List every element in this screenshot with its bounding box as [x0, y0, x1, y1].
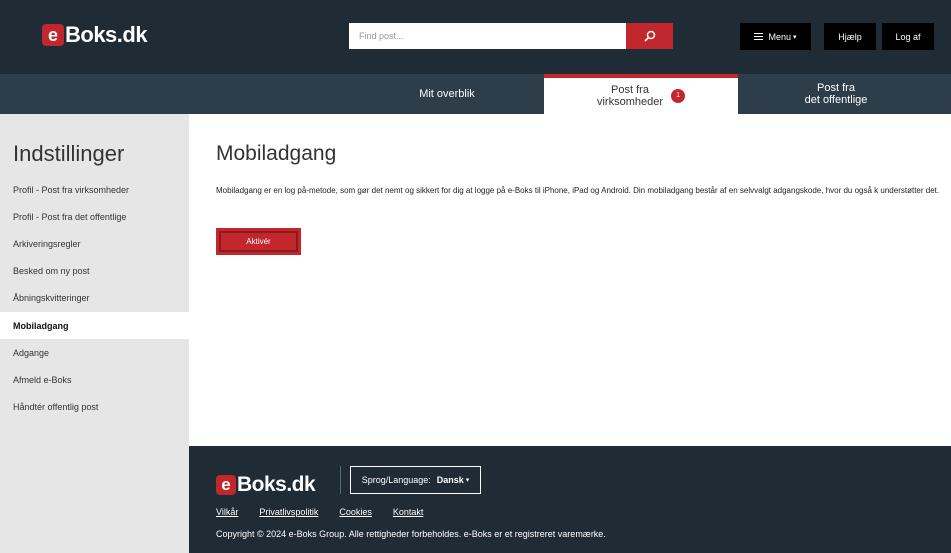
footer-divider — [340, 466, 341, 494]
activate-button[interactable]: Aktivér — [216, 228, 301, 255]
hamburger-icon — [754, 31, 764, 42]
help-button[interactable]: Hjælp — [824, 23, 876, 50]
logo-text: Boks.dk — [237, 473, 316, 496]
footer-link-vilkaar[interactable]: Vilkår — [216, 507, 238, 517]
footer-links: Vilkår Privatlivspolitik Cookies Kontakt — [216, 507, 444, 517]
unread-badge: 1 — [671, 89, 686, 103]
tab-label-line1: Post fra — [817, 82, 855, 94]
header: e Boks.dk Menu ▾ Hjælp Log af — [0, 0, 951, 74]
logout-button[interactable]: Log af — [882, 23, 934, 50]
footer-eboks-logo[interactable]: e Boks.dk — [216, 473, 316, 497]
search-icon — [644, 30, 655, 42]
logo-e-mark: e — [216, 475, 236, 495]
tab-post-fra-virksomheder[interactable]: Post fra virksomheder 1 — [544, 74, 738, 114]
tab-label: Post fra virksomheder — [597, 84, 663, 108]
language-label: Sprog/Language: — [361, 475, 431, 485]
logo-e-mark: e — [42, 24, 64, 46]
tab-label-line2: virksomheder — [596, 96, 664, 108]
sidebar-item-aabningskvitteringer[interactable]: Åbningskvitteringer — [0, 284, 189, 311]
tab-post-fra-det-offentlige[interactable]: Post fra det offentlige — [738, 74, 934, 114]
settings-sidebar: Indstillinger Profil - Post fra virksomh… — [0, 114, 189, 553]
tab-label: Mit overblik — [419, 88, 475, 100]
page-title: Mobiladgang — [216, 142, 337, 165]
chevron-down-icon: ▾ — [465, 477, 470, 484]
footer: e Boks.dk Sprog/Language: Dansk ▾ Vilkår… — [189, 446, 951, 553]
language-value: Dansk — [436, 475, 464, 485]
footer-link-kontakt[interactable]: Kontakt — [393, 507, 424, 517]
search-input[interactable] — [349, 23, 626, 49]
tab-mit-overblik[interactable]: Mit overblik — [350, 74, 544, 114]
main-nav: Mit overblik Post fra virksomheder 1 Pos… — [0, 74, 951, 114]
menu-button[interactable]: Menu ▾ — [740, 23, 811, 50]
footer-link-privatlivspolitik[interactable]: Privatlivspolitik — [259, 507, 318, 517]
tab-label: Post fra det offentlige — [805, 82, 868, 106]
sidebar-title: Indstillinger — [13, 141, 125, 166]
footer-link-cookies[interactable]: Cookies — [339, 507, 372, 517]
sidebar-item-profil-virksomheder[interactable]: Profil - Post fra virksomheder — [0, 176, 189, 203]
search-button[interactable] — [626, 23, 673, 49]
logo-text: Boks.dk — [65, 22, 148, 47]
page-description: Mobiladgang er en log på-metode, som gør… — [216, 186, 940, 195]
sidebar-item-haandter-offentlig-post[interactable]: Håndtér offentlig post — [0, 393, 189, 420]
sidebar-item-profil-offentlige[interactable]: Profil - Post fra det offentlige — [0, 203, 189, 230]
chevron-down-icon: ▾ — [793, 33, 797, 41]
copyright-text: Copyright © 2024 e-Boks Group. Alle rett… — [216, 529, 606, 539]
sidebar-item-arkiveringsregler[interactable]: Arkiveringsregler — [0, 230, 189, 257]
tab-label-line1: Post fra — [611, 84, 649, 96]
sidebar-item-adgange[interactable]: Adgange — [0, 339, 189, 366]
tab-label-line2: det offentlige — [804, 94, 868, 106]
eboks-logo[interactable]: e Boks.dk — [42, 22, 148, 48]
menu-label: Menu — [768, 31, 791, 42]
sidebar-item-afmeld-eboks[interactable]: Afmeld e-Boks — [0, 366, 189, 393]
sidebar-item-besked-om-ny-post[interactable]: Besked om ny post — [0, 257, 189, 284]
sidebar-item-mobiladgang[interactable]: Mobiladgang — [0, 312, 189, 339]
language-select[interactable]: Sprog/Language: Dansk ▾ — [350, 466, 481, 494]
